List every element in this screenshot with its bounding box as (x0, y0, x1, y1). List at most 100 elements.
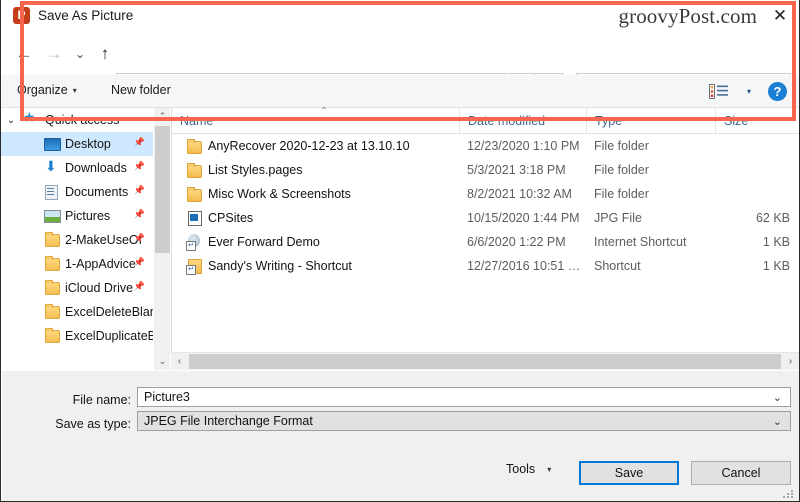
folder-icon (41, 280, 61, 296)
file-rows: AnyRecover 2020-12-23 at 13.10.10 12/23/2… (172, 134, 799, 278)
date-modified-cell: 6/6/2020 1:22 PM (467, 235, 566, 249)
size-cell: 1 KB (762, 259, 790, 273)
cancel-button[interactable]: Cancel (691, 461, 791, 485)
save-as-picture-dialog: Save As Picture groovyPost.com ✕ ← → ⌄ ↑… (0, 0, 800, 502)
table-row[interactable]: Sandy's Writing - Shortcut 12/27/2016 10:… (172, 254, 799, 278)
sidebar-item-desktop[interactable]: Desktop 📌 (1, 132, 153, 156)
sidebar-item-icloud-drive[interactable]: iCloud Drive 📌 (1, 276, 153, 300)
folder-icon (41, 232, 61, 248)
type-cell: File folder (594, 163, 649, 177)
folder-icon (41, 304, 61, 320)
file-list-horizontal-scrollbar[interactable]: ‹ › (171, 352, 799, 370)
title-bar-left: Save As Picture (13, 7, 133, 24)
chevron-down-icon: ▾ (72, 85, 77, 95)
browser-body: ⌄Quick accessDesktop📌Downloads📌Documents… (1, 106, 799, 370)
new-folder-label: New folder (111, 83, 171, 97)
column-header-name[interactable]: Name (172, 108, 459, 134)
navigation-pane: ⌄Quick accessDesktop📌Downloads📌Documents… (1, 108, 153, 370)
table-row[interactable]: AnyRecover 2020-12-23 at 13.10.10 12/23/2… (172, 134, 799, 158)
type-cell: JPG File (594, 211, 642, 225)
folder-icon (186, 186, 202, 202)
save-button[interactable]: Save (579, 461, 679, 485)
desktop-icon (41, 136, 61, 152)
table-row[interactable]: Misc Work & Screenshots 8/2/2021 10:32 AM… (172, 182, 799, 206)
size-cell: 1 KB (762, 235, 790, 249)
document-icon (41, 184, 61, 200)
sidebar-item-label: Documents (65, 185, 129, 199)
sidebar-scrollbar-thumb[interactable] (155, 126, 170, 253)
scroll-down-icon[interactable]: ⌄ (154, 353, 171, 370)
up-icon[interactable]: ↑ (94, 43, 116, 65)
back-icon[interactable]: ← (13, 43, 35, 65)
save-as-type-label: Save as type: (55, 417, 131, 431)
file-name-cell: Misc Work & Screenshots (208, 187, 351, 201)
resize-grip[interactable] (781, 490, 795, 498)
chevron-down-icon[interactable]: ⌄ (773, 415, 782, 428)
column-header-size[interactable]: Size (715, 108, 799, 134)
column-header-row: Name Date modified Type Size ⌃ (172, 106, 799, 134)
forward-icon[interactable]: → (43, 43, 65, 65)
new-folder-button[interactable]: New folder (111, 83, 171, 97)
shortcut-icon (186, 258, 202, 275)
pin-icon[interactable]: 📌 (134, 257, 145, 268)
recent-locations-icon[interactable]: ⌄ (69, 43, 91, 65)
powerpoint-icon (13, 7, 30, 24)
pin-icon[interactable]: 📌 (134, 281, 145, 292)
organize-button[interactable]: Organize ▾ (17, 83, 77, 97)
sidebar-item-pictures[interactable]: Pictures 📌 (1, 204, 153, 228)
scroll-up-icon[interactable]: ⌃ (154, 108, 171, 125)
view-dropdown-icon[interactable]: ▾ (747, 87, 751, 96)
folder-icon (186, 138, 202, 154)
sidebar-item-label: iCloud Drive (65, 281, 134, 295)
organize-label: Organize (17, 83, 68, 97)
save-as-type-select[interactable]: JPEG File Interchange Format ⌄ (137, 411, 791, 431)
table-row[interactable]: List Styles.pages 5/3/2021 3:18 PM File fo… (172, 158, 799, 182)
pin-icon[interactable]: 📌 (134, 161, 145, 172)
sidebar-scrollbar[interactable]: ⌃ ⌄ (153, 108, 170, 370)
close-icon[interactable]: ✕ (763, 2, 797, 30)
file-name-input[interactable]: Picture3 ⌄ (137, 387, 791, 407)
folder-icon (41, 256, 61, 272)
tools-button[interactable]: Tools ▾ (506, 462, 551, 476)
sidebar-item-1-appadvice[interactable]: 1-AppAdvice 📌 (1, 252, 153, 276)
pictures-icon (41, 208, 61, 224)
sort-ascending-icon: ⌃ (320, 106, 329, 117)
file-name-cell: Ever Forward Demo (208, 235, 320, 249)
folder-icon (41, 328, 61, 344)
column-header-type[interactable]: Type (586, 108, 715, 134)
chevron-down-icon[interactable]: ⌄ (1, 115, 21, 126)
file-name-label: File name: (72, 393, 131, 407)
sidebar-item-label: ExcelDeleteBlank (65, 305, 153, 319)
pin-icon[interactable]: 📌 (134, 233, 145, 244)
table-row[interactable]: Ever Forward Demo 6/6/2020 1:22 PM Interne… (172, 230, 799, 254)
sidebar-item-documents[interactable]: Documents 📌 (1, 180, 153, 204)
sidebar-item-label: Desktop (65, 137, 111, 151)
scroll-left-icon[interactable]: ‹ (171, 353, 188, 370)
sidebar-item-label: 1-AppAdvice (65, 257, 136, 271)
sidebar-item-quick-access[interactable]: ⌄ Quick access (1, 108, 153, 132)
horizontal-scrollbar-thumb[interactable] (189, 354, 781, 369)
pin-icon[interactable]: 📌 (134, 209, 145, 220)
table-row[interactable]: CPSites 10/15/2020 1:44 PM JPG File 62 KB (172, 206, 799, 230)
pin-icon[interactable]: 📌 (134, 137, 145, 148)
sidebar-item-excelduplicatebl[interactable]: ExcelDuplicateBl (1, 324, 153, 348)
column-header-date-modified[interactable]: Date modified (459, 108, 586, 134)
sidebar-item-exceldeleteblank[interactable]: ExcelDeleteBlank (1, 300, 153, 324)
file-name-value: Picture3 (144, 390, 190, 404)
pin-icon[interactable]: 📌 (134, 185, 145, 196)
sidebar-item-2-makeuseof[interactable]: 2-MakeUseOf 📌 (1, 228, 153, 252)
view-layout-icon[interactable] (709, 84, 728, 99)
save-as-type-value: JPEG File Interchange Format (144, 414, 313, 428)
download-icon (41, 158, 61, 176)
date-modified-cell: 5/3/2021 3:18 PM (467, 163, 566, 177)
command-bar: Organize ▾ New folder ▾ (1, 75, 799, 108)
star-icon (21, 109, 41, 128)
scroll-right-icon[interactable]: › (782, 353, 799, 370)
image-file-icon (186, 210, 202, 226)
type-cell: Shortcut (594, 259, 641, 273)
help-icon[interactable] (768, 82, 787, 101)
title-bar: Save As Picture groovyPost.com ✕ (1, 0, 799, 33)
chevron-down-icon[interactable]: ⌄ (773, 391, 782, 404)
chevron-down-icon: ▾ (547, 464, 552, 474)
sidebar-item-downloads[interactable]: Downloads 📌 (1, 156, 153, 180)
